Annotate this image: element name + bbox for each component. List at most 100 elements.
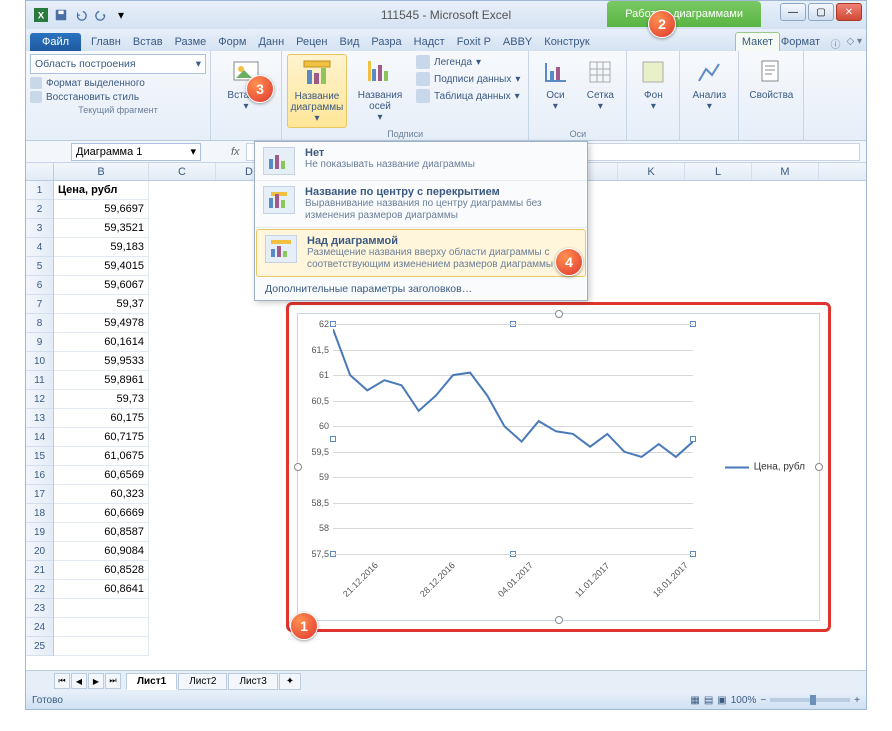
row-header[interactable]: 3 bbox=[26, 219, 53, 238]
menu-more-options[interactable]: Дополнительные параметры заголовков… bbox=[255, 278, 587, 300]
cell[interactable]: 60,6669 bbox=[54, 504, 149, 522]
cell[interactable]: 59,4978 bbox=[54, 314, 149, 332]
minimize-button[interactable]: — bbox=[780, 3, 806, 21]
cell[interactable]: 59,73 bbox=[54, 390, 149, 408]
row-header[interactable]: 20 bbox=[26, 542, 53, 561]
cell[interactable] bbox=[54, 618, 149, 636]
row-header[interactable]: 9 bbox=[26, 333, 53, 352]
sheet-tab[interactable]: Лист3 bbox=[228, 673, 277, 690]
chart-element-combo[interactable]: Область построения▾ bbox=[30, 54, 206, 74]
row-header[interactable]: 14 bbox=[26, 428, 53, 447]
menu-item-none[interactable]: НетНе показывать название диаграммы bbox=[255, 142, 587, 181]
tab-layout[interactable]: Макет bbox=[735, 32, 780, 51]
cell[interactable]: 59,8961 bbox=[54, 371, 149, 389]
col-header[interactable]: M bbox=[752, 163, 819, 180]
resize-handle[interactable] bbox=[555, 310, 563, 318]
col-header[interactable]: L bbox=[685, 163, 752, 180]
row-header[interactable]: 19 bbox=[26, 523, 53, 542]
row-header[interactable]: 2 bbox=[26, 200, 53, 219]
sheet-tab[interactable]: Лист1 bbox=[126, 673, 177, 690]
row-header[interactable]: 22 bbox=[26, 580, 53, 599]
cell[interactable]: 60,323 bbox=[54, 485, 149, 503]
tab-review[interactable]: Рецен bbox=[290, 33, 333, 51]
chart-object[interactable]: 57,55858,55959,56060,56161,56221.12.2016… bbox=[297, 313, 820, 621]
tab-data[interactable]: Данн bbox=[252, 33, 290, 51]
reset-style-button[interactable]: Восстановить стиль bbox=[30, 90, 206, 104]
redo-icon[interactable] bbox=[92, 6, 110, 24]
cell[interactable] bbox=[54, 599, 149, 617]
col-header[interactable]: B bbox=[54, 163, 149, 180]
menu-item-above-chart[interactable]: Над диаграммойРазмещение названия вверху… bbox=[256, 229, 586, 277]
row-header[interactable]: 5 bbox=[26, 257, 53, 276]
sheet-nav-first[interactable]: ⏮ bbox=[54, 673, 70, 689]
row-header[interactable]: 16 bbox=[26, 466, 53, 485]
save-icon[interactable] bbox=[52, 6, 70, 24]
tab-view[interactable]: Вид bbox=[334, 33, 366, 51]
view-layout-icon[interactable]: ▤ bbox=[704, 695, 713, 706]
format-selection-button[interactable]: Формат выделенного bbox=[30, 76, 206, 90]
close-button[interactable]: ✕ bbox=[836, 3, 862, 21]
view-normal-icon[interactable]: ▦ bbox=[690, 695, 699, 706]
row-header[interactable]: 11 bbox=[26, 371, 53, 390]
row-header[interactable]: 18 bbox=[26, 504, 53, 523]
maximize-button[interactable]: ▢ bbox=[808, 3, 834, 21]
zoom-out-button[interactable]: − bbox=[760, 695, 766, 706]
row-header[interactable]: 12 bbox=[26, 390, 53, 409]
tab-developer[interactable]: Разра bbox=[365, 33, 407, 51]
background-button[interactable]: Фон▾ bbox=[632, 54, 674, 140]
cell[interactable] bbox=[54, 637, 149, 655]
zoom-in-button[interactable]: + bbox=[854, 695, 860, 706]
cell[interactable]: 60,8641 bbox=[54, 580, 149, 598]
resize-handle[interactable] bbox=[294, 463, 302, 471]
undo-icon[interactable] bbox=[72, 6, 90, 24]
plot-area[interactable]: 57,55858,55959,56060,56161,56221.12.2016… bbox=[333, 324, 693, 554]
resize-handle[interactable] bbox=[815, 463, 823, 471]
col-header[interactable]: K bbox=[618, 163, 685, 180]
sheet-tab[interactable]: Лист2 bbox=[178, 673, 227, 690]
cell[interactable]: 59,4015 bbox=[54, 257, 149, 275]
cell[interactable]: 59,6067 bbox=[54, 276, 149, 294]
row-header[interactable]: 4 bbox=[26, 238, 53, 257]
tab-abbyy[interactable]: ABBY bbox=[497, 33, 538, 51]
name-box[interactable]: Диаграмма 1▾ bbox=[71, 143, 201, 161]
cell[interactable]: Цена, рубл bbox=[54, 181, 149, 199]
col-header[interactable]: C bbox=[149, 163, 216, 180]
data-series-line[interactable] bbox=[333, 329, 693, 457]
cell[interactable]: 59,9533 bbox=[54, 352, 149, 370]
analysis-button[interactable]: Анализ▾ bbox=[685, 54, 733, 140]
menu-item-centered-overlay[interactable]: Название по центру с перекрытиемВыравнив… bbox=[255, 181, 587, 228]
row-header[interactable]: 24 bbox=[26, 618, 53, 637]
sheet-nav-last[interactable]: ⏭ bbox=[105, 673, 121, 689]
tab-pagelayout[interactable]: Разме bbox=[169, 33, 213, 51]
row-header[interactable]: 7 bbox=[26, 295, 53, 314]
file-tab[interactable]: Файл bbox=[30, 33, 81, 51]
cell[interactable]: 59,183 bbox=[54, 238, 149, 256]
cell[interactable]: 60,1614 bbox=[54, 333, 149, 351]
zoom-slider[interactable] bbox=[770, 698, 850, 702]
tab-design[interactable]: Конструк bbox=[538, 33, 595, 51]
row-header[interactable]: 13 bbox=[26, 409, 53, 428]
cell[interactable]: 59,37 bbox=[54, 295, 149, 313]
cell[interactable]: 60,6569 bbox=[54, 466, 149, 484]
tab-format[interactable]: Формат bbox=[775, 33, 826, 51]
select-all-corner[interactable] bbox=[26, 163, 54, 180]
tab-insert[interactable]: Встав bbox=[127, 33, 169, 51]
sheet-nav-prev[interactable]: ◀ bbox=[71, 673, 87, 689]
data-table-button[interactable]: Таблица данных ▾ bbox=[413, 88, 523, 104]
cell[interactable]: 60,7175 bbox=[54, 428, 149, 446]
cell[interactable]: 60,8528 bbox=[54, 561, 149, 579]
sheet-nav-next[interactable]: ▶ bbox=[88, 673, 104, 689]
row-header[interactable]: 25 bbox=[26, 637, 53, 656]
tab-addins[interactable]: Надст bbox=[408, 33, 451, 51]
resize-handle[interactable] bbox=[555, 616, 563, 624]
help-dropdown-icon[interactable]: ◇ ▾ bbox=[847, 36, 863, 51]
row-header[interactable]: 1 bbox=[26, 181, 53, 200]
fx-icon[interactable]: fx bbox=[231, 146, 240, 158]
row-header[interactable]: 8 bbox=[26, 314, 53, 333]
zoom-level[interactable]: 100% bbox=[731, 695, 757, 706]
tab-foxit[interactable]: Foxit P bbox=[451, 33, 497, 51]
cell[interactable]: 61,0675 bbox=[54, 447, 149, 465]
chart-legend[interactable]: Цена, рубл bbox=[725, 462, 805, 473]
cell[interactable]: 60,9084 bbox=[54, 542, 149, 560]
cell[interactable]: 59,3521 bbox=[54, 219, 149, 237]
